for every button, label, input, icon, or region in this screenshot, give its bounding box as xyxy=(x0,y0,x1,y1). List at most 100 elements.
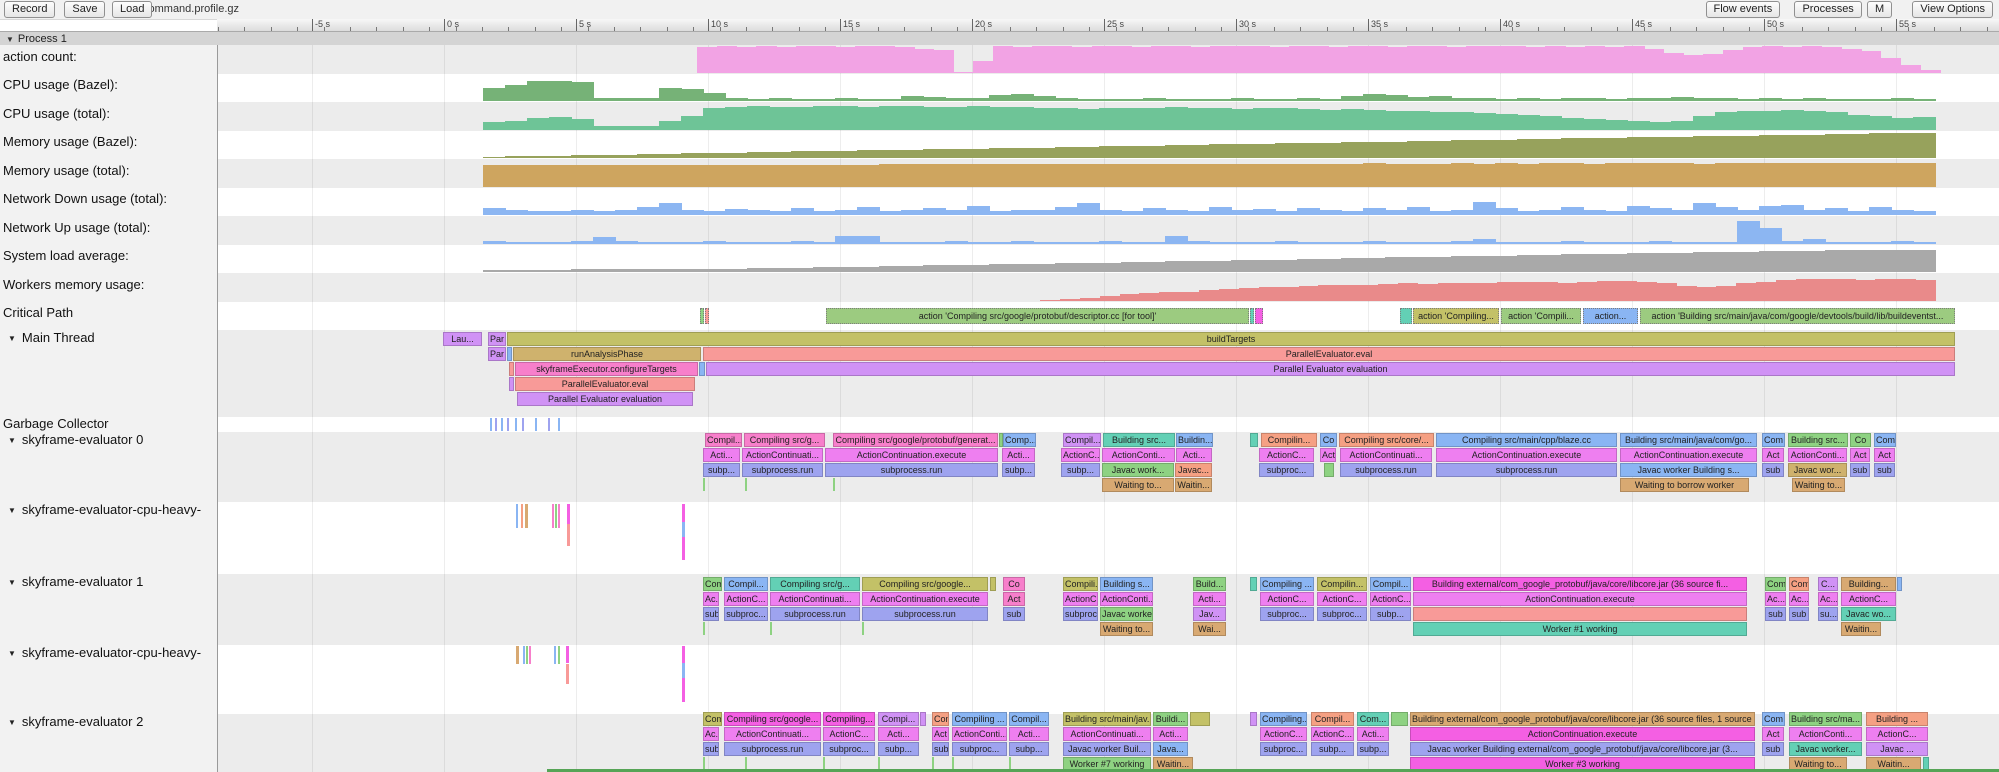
workers-memory-usage-bar[interactable] xyxy=(1199,290,1219,301)
trace-tick[interactable] xyxy=(529,646,531,664)
trace-event[interactable]: sub xyxy=(1874,463,1895,477)
trace-event[interactable]: sub xyxy=(703,607,719,621)
network-down-usage-bar[interactable] xyxy=(747,210,770,215)
action-count-bar[interactable] xyxy=(1486,46,1506,73)
sidebar-item-skyframe-evaluator-cpu-heavy[interactable]: ▼skyframe-evaluator-cpu-heavy- xyxy=(8,646,201,661)
cpu-usage-bazel-bar[interactable] xyxy=(1275,99,1298,101)
memory-usage-total-bar[interactable] xyxy=(747,165,770,187)
network-down-usage-bar[interactable] xyxy=(1121,211,1144,215)
cpu-usage-total-bar[interactable] xyxy=(1825,112,1848,130)
trace-event[interactable]: Compiling src/google/protobuf/generat... xyxy=(833,433,998,447)
action-count-bar[interactable] xyxy=(1644,49,1664,73)
trace-event[interactable]: Building src/main/java/com/go... xyxy=(1620,433,1757,447)
cpu-usage-bazel-bar[interactable] xyxy=(615,98,638,101)
system-load-average-bar[interactable] xyxy=(1429,257,1452,272)
cpu-usage-bazel-bar[interactable] xyxy=(813,99,836,101)
workers-memory-usage-bar[interactable] xyxy=(1040,300,1060,301)
action-count-bar[interactable] xyxy=(1052,46,1072,73)
action-count-bar[interactable] xyxy=(1190,47,1210,73)
trace-event[interactable]: subproc... xyxy=(1260,742,1307,756)
trace-event[interactable]: Com xyxy=(1874,433,1896,447)
workers-memory-usage-bar[interactable] xyxy=(1696,287,1716,301)
trace-event[interactable]: Parallel Evaluator evaluation xyxy=(706,362,1955,376)
memory-usage-bazel-bar[interactable] xyxy=(747,152,770,158)
network-up-usage-bar[interactable] xyxy=(1033,242,1056,244)
trace-event[interactable]: Acti... xyxy=(1176,448,1212,462)
workers-memory-usage-bar[interactable] xyxy=(1875,279,1895,301)
action-count-bar[interactable] xyxy=(1881,58,1901,73)
network-up-usage-bar[interactable] xyxy=(1099,241,1122,244)
cpu-usage-total-bar[interactable] xyxy=(1737,111,1760,130)
trace-tick[interactable] xyxy=(682,678,685,702)
cpu-usage-total-bar[interactable] xyxy=(1781,110,1804,130)
memory-usage-bazel-bar[interactable] xyxy=(769,152,792,158)
workers-memory-usage-bar[interactable] xyxy=(1259,287,1279,301)
cpu-usage-bazel-bar[interactable] xyxy=(1143,98,1166,101)
workers-memory-usage-bar[interactable] xyxy=(1776,280,1796,301)
memory-usage-bazel-bar[interactable] xyxy=(1605,138,1628,158)
memory-usage-total-bar[interactable] xyxy=(769,165,792,187)
action-count-bar[interactable] xyxy=(1171,46,1191,73)
cpu-usage-bazel-bar[interactable] xyxy=(1319,99,1342,101)
system-load-average-bar[interactable] xyxy=(879,266,902,272)
action-count-bar[interactable] xyxy=(835,47,855,73)
memory-usage-bazel-bar[interactable] xyxy=(1429,141,1452,158)
trace-event[interactable]: ActionContinuation.execute xyxy=(1620,448,1757,462)
network-down-usage-bar[interactable] xyxy=(1671,210,1694,215)
system-load-average-bar[interactable] xyxy=(1165,261,1188,272)
memory-usage-bazel-bar[interactable] xyxy=(681,153,704,158)
trace-tick[interactable] xyxy=(567,504,570,524)
trace-event[interactable]: ActionC... xyxy=(1866,727,1928,741)
cpu-usage-total-bar[interactable] xyxy=(1517,115,1540,130)
trace-event[interactable] xyxy=(1250,433,1258,447)
network-down-usage-bar[interactable] xyxy=(1187,211,1210,215)
workers-memory-usage-bar[interactable] xyxy=(1080,298,1100,301)
system-load-average-bar[interactable] xyxy=(835,267,858,272)
action-count-bar[interactable] xyxy=(1111,46,1131,73)
trace-event[interactable]: Javac wor... xyxy=(1788,463,1847,477)
cpu-usage-total-bar[interactable] xyxy=(703,108,726,130)
network-up-usage-bar[interactable] xyxy=(505,242,528,244)
memory-usage-bazel-bar[interactable] xyxy=(1495,140,1518,158)
cpu-usage-bazel-bar[interactable] xyxy=(769,98,792,101)
trace-event[interactable]: Compili... xyxy=(1063,577,1098,591)
trace-event[interactable]: Co xyxy=(1850,433,1871,447)
trace-event[interactable]: Com... xyxy=(1357,712,1389,726)
network-up-usage-bar[interactable] xyxy=(1605,242,1628,244)
network-down-usage-bar[interactable] xyxy=(989,211,1012,215)
action-count-bar[interactable] xyxy=(1249,46,1269,73)
network-down-usage-bar[interactable] xyxy=(879,211,902,215)
cpu-usage-bazel-bar[interactable] xyxy=(1363,94,1386,101)
trace-event[interactable]: Wai... xyxy=(1193,622,1226,636)
memory-usage-total-bar[interactable] xyxy=(901,164,924,187)
network-up-usage-bar[interactable] xyxy=(1825,242,1848,244)
action-count-bar[interactable] xyxy=(1822,47,1842,73)
cpu-usage-bazel-bar[interactable] xyxy=(945,98,968,101)
system-load-average-bar[interactable] xyxy=(1583,254,1606,272)
system-load-average-bar[interactable] xyxy=(725,269,748,272)
memory-usage-total-bar[interactable] xyxy=(1253,164,1276,187)
cpu-usage-total-bar[interactable] xyxy=(857,107,880,130)
workers-memory-usage-bar[interactable] xyxy=(1458,283,1478,301)
memory-usage-total-bar[interactable] xyxy=(1319,164,1342,187)
memory-usage-total-bar[interactable] xyxy=(1209,164,1232,187)
trace-tick[interactable] xyxy=(558,646,560,664)
trace-event[interactable]: Javac worker... xyxy=(1100,607,1153,621)
trace-event[interactable]: Building src... xyxy=(1103,433,1175,447)
memory-usage-total-bar[interactable] xyxy=(483,165,506,187)
trace-event[interactable]: Ac... xyxy=(1818,592,1838,606)
network-up-usage-bar[interactable] xyxy=(703,241,726,244)
memory-usage-bazel-bar[interactable] xyxy=(1055,147,1078,158)
system-load-average-bar[interactable] xyxy=(1847,250,1870,272)
network-up-usage-bar[interactable] xyxy=(1737,221,1760,244)
workers-memory-usage-bar[interactable] xyxy=(1537,282,1557,301)
trace-event[interactable]: ActionC... xyxy=(1260,592,1314,606)
action-count-bar[interactable] xyxy=(1151,46,1171,73)
memory-usage-total-bar[interactable] xyxy=(1473,164,1496,187)
system-load-average-bar[interactable] xyxy=(1561,254,1584,272)
trace-event[interactable]: subprocess.run xyxy=(742,463,823,477)
network-down-usage-bar[interactable] xyxy=(1253,209,1276,215)
workers-memory-usage-bar[interactable] xyxy=(1219,289,1239,301)
trace-event[interactable]: Building ... xyxy=(1866,712,1928,726)
cpu-usage-bazel-bar[interactable] xyxy=(967,98,990,101)
